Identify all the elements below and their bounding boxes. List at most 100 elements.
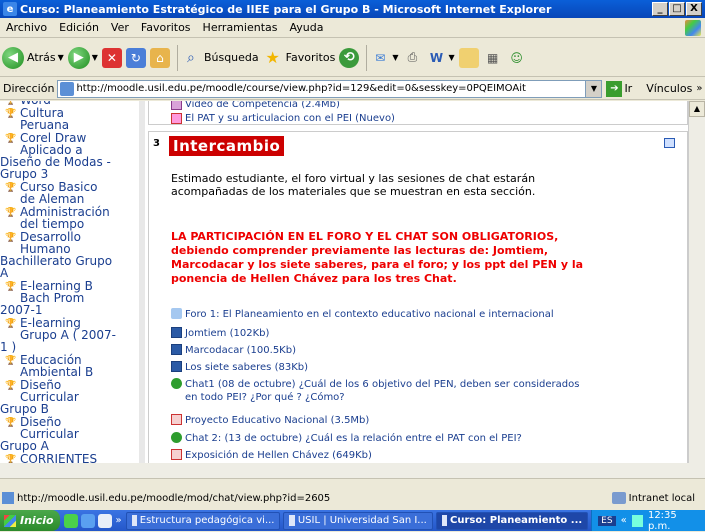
sidebar-scrollbar[interactable] [139, 101, 145, 478]
resource-label: Proyecto Educativo Nacional (3.5Mb) [185, 415, 370, 426]
links-button[interactable]: Vínculos [646, 82, 692, 95]
menu-archivo[interactable]: Archivo [0, 21, 53, 34]
address-input[interactable]: http://moodle.usil.edu.pe/moodle/course/… [57, 79, 603, 98]
tray-expand-icon[interactable]: « [621, 515, 627, 526]
resource-label: Jomtiem (102Kb) [185, 328, 270, 339]
resource-link-word[interactable]: Marcodacar (100.5Kb) [171, 344, 591, 357]
menu-herramientas[interactable]: Herramientas [197, 21, 284, 34]
ie-icon [441, 515, 448, 526]
taskbar-item-active[interactable]: Curso: Planeamiento ... [435, 511, 589, 530]
research-icon: ▦ [486, 50, 499, 65]
resource-link-pdf[interactable]: Exposición de Hellen Chávez (649Kb) [171, 449, 591, 462]
video-icon [171, 101, 182, 110]
resource-link-pdf[interactable]: Proyecto Educativo Nacional (3.5Mb) [171, 414, 591, 427]
course-label: A [0, 266, 9, 280]
back-arrow-icon: ◀ [2, 46, 24, 69]
resource-link-chat[interactable]: Chat1 (08 de octubre) ¿Cuál de los 6 obj… [171, 378, 591, 404]
horizontal-scrollbar[interactable] [0, 463, 705, 478]
title-bar: e Curso: Planeamiento Estratégico de IIE… [0, 0, 705, 18]
go-button[interactable]: ➔ Ir [606, 80, 632, 97]
print-button[interactable]: ⎙ [402, 48, 422, 68]
taskbar-item[interactable]: USIL | Universidad San I... [283, 511, 433, 530]
favorites-label: Favoritos [285, 51, 336, 64]
ie-icon[interactable] [80, 513, 95, 528]
resource-link-word[interactable]: Los siete saberes (83Kb) [171, 361, 591, 374]
links-chevron-icon[interactable]: » [696, 83, 702, 94]
search-button[interactable]: ⌕ Búsqueda [181, 48, 259, 68]
start-button[interactable]: Inicio [0, 510, 60, 531]
messenger-button[interactable]: ☺ [507, 48, 527, 68]
minimize-button[interactable]: _ [652, 2, 668, 16]
address-bar: Dirección http://moodle.usil.edu.pe/mood… [0, 78, 705, 100]
media-icon[interactable] [63, 513, 78, 528]
close-button[interactable]: X [686, 2, 702, 16]
chat-icon [171, 432, 182, 443]
desktop-icon[interactable] [97, 513, 112, 528]
quick-launch-more-icon[interactable]: » [116, 515, 122, 526]
scroll-up-icon[interactable]: ▲ [689, 101, 705, 117]
favorites-button[interactable]: ★ Favoritos [263, 48, 336, 68]
section-intercambio: 3 Intercambio Estimado estudiante, el fo… [148, 131, 688, 478]
course-icon: 🏆 [5, 109, 17, 119]
folder-button[interactable] [458, 47, 479, 68]
pdf-icon [171, 112, 182, 124]
edit-button[interactable]: W ▼ [426, 48, 455, 68]
mail-button[interactable]: ✉ ▼ [370, 48, 398, 68]
print-icon: ⎙ [407, 50, 418, 64]
resource-label: Foro 1: El Planeamiento en el contexto e… [185, 309, 554, 320]
section-warning: LA PARTICIPACIÓN EN EL FORO Y EL CHAT SO… [171, 230, 584, 285]
refresh-button[interactable]: ↻ [125, 47, 146, 68]
task-label: Curso: Planeamiento ... [450, 515, 583, 526]
maximize-button[interactable]: □ [669, 2, 685, 16]
forward-button[interactable]: ▶ ▼ [67, 46, 98, 69]
course-icon: 🏆 [5, 418, 17, 428]
star-icon: ★ [265, 48, 280, 67]
search-icon: ⌕ [187, 49, 195, 66]
course-label: Grupo B [0, 402, 49, 416]
edit-dropdown-icon[interactable]: ▼ [448, 53, 454, 62]
back-button[interactable]: ◀ Atrás ▼ [2, 46, 64, 69]
word-icon [171, 344, 182, 355]
collapse-icon[interactable] [664, 138, 675, 148]
menu-favoritos[interactable]: Favoritos [135, 21, 197, 34]
resource-label: Chat 2: (13 de octubre) ¿Cuál es la rela… [185, 433, 522, 444]
windows-logo-icon [685, 20, 701, 36]
vertical-scrollbar[interactable]: ▲ [688, 101, 705, 463]
home-icon: ⌂ [149, 47, 170, 68]
sidebar-course-link[interactable]: 1 ) [0, 341, 16, 354]
page-viewport: 🏆Word🏆CulturaPeruana🏆Corel DrawAplicado … [0, 101, 705, 478]
course-icon: 🏆 [5, 134, 17, 144]
home-button[interactable]: ⌂ [149, 47, 170, 68]
language-indicator[interactable]: ES [598, 515, 616, 526]
stop-button[interactable]: ✕ [101, 47, 122, 68]
resource-link[interactable]: El PAT y su articulacion con el PEI (Nue… [171, 111, 687, 125]
taskbar-item[interactable]: Estructura pedagógica vi... [125, 511, 281, 530]
sidebar-course-link[interactable]: A [0, 267, 8, 280]
resource-link[interactable]: Video de Competencia (2.4Mb) [171, 101, 687, 111]
research-button[interactable]: ▦ [483, 48, 503, 68]
sidebar-course-link[interactable]: Bachillerato Grupo [0, 255, 112, 268]
forward-dropdown-icon[interactable]: ▼ [92, 53, 98, 62]
pdf-icon [171, 414, 182, 425]
back-dropdown-icon[interactable]: ▼ [58, 53, 64, 62]
resource-link-chat[interactable]: Chat 2: (13 de octubre) ¿Cuál es la rela… [171, 432, 591, 445]
mail-icon: ✉ [375, 50, 386, 65]
resource-label: Video de Competencia (2.4Mb) [185, 101, 340, 110]
menu-ayuda[interactable]: Ayuda [283, 21, 329, 34]
mail-dropdown-icon[interactable]: ▼ [392, 53, 398, 62]
page-icon [60, 81, 75, 96]
address-dropdown-icon[interactable]: ▼ [585, 80, 602, 97]
resource-link-word[interactable]: Jomtiem (102Kb) [171, 327, 591, 340]
menu-ver[interactable]: Ver [105, 21, 135, 34]
resource-link-forum[interactable]: Foro 1: El Planeamiento en el contexto e… [171, 308, 591, 321]
sidebar-course-link[interactable]: Grupo A ( 2007- [0, 329, 116, 342]
network-icon[interactable] [631, 514, 643, 527]
chat-icon [171, 378, 182, 389]
history-icon: ⟲ [339, 47, 360, 68]
history-button[interactable]: ⟲ [339, 47, 360, 68]
stop-icon: ✕ [101, 47, 122, 68]
task-label: USIL | Universidad San I... [297, 515, 427, 526]
toolbar-separator [176, 44, 178, 71]
menu-edicion[interactable]: Edición [53, 21, 105, 34]
ie-icon: e [3, 2, 17, 16]
